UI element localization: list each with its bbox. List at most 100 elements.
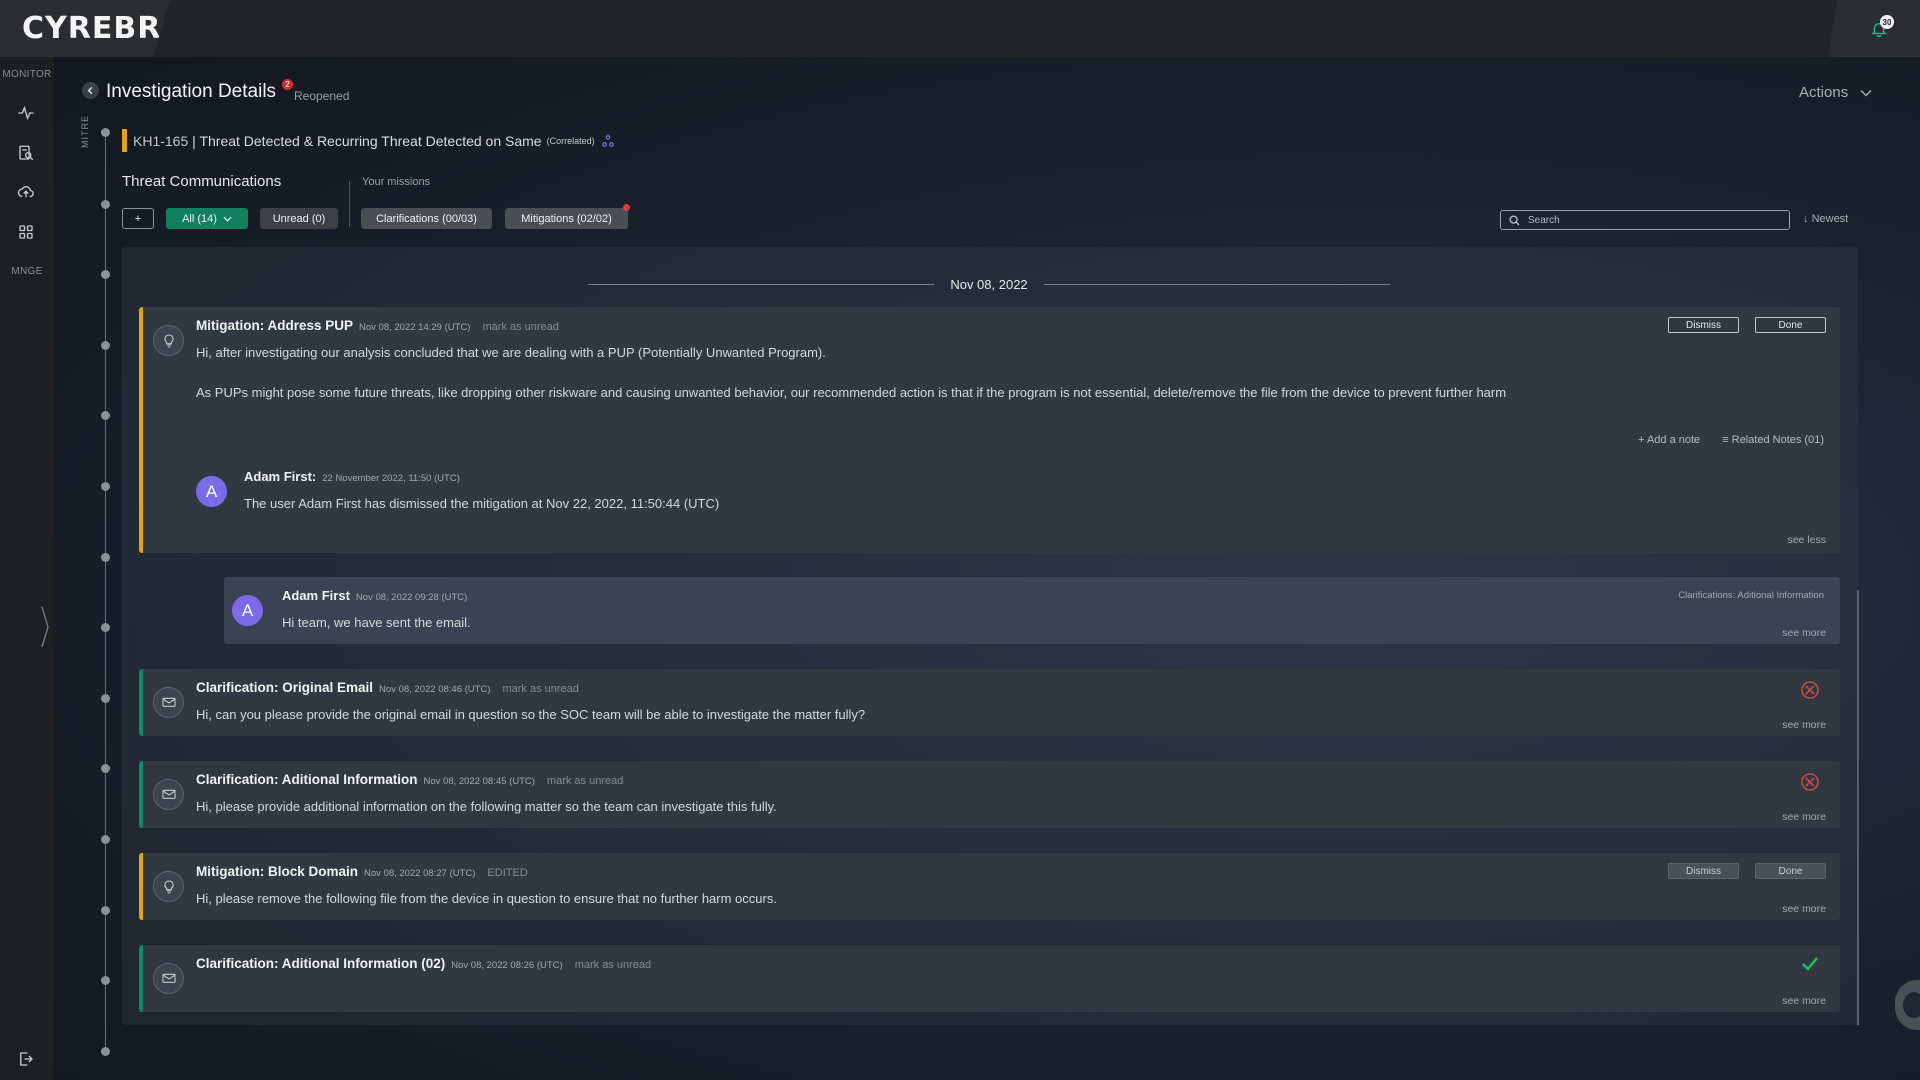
card-title: Clarification: Original Email Nov 08, 202… (196, 680, 579, 695)
related-notes-button[interactable]: ≡ Related Notes (01) (1722, 434, 1824, 446)
sort-newest-button[interactable]: ↓ Newest (1803, 213, 1848, 225)
card-timestamp: Nov 08, 2022 08:27 (UTC) (364, 868, 476, 879)
card-body: Hi, after investigating our analysis con… (196, 345, 826, 360)
lightbulb-icon (153, 871, 184, 902)
edited-label: EDITED (487, 867, 528, 879)
note-body: The user Adam First has dismissed the mi… (244, 496, 720, 511)
card-title-text: Mitigation: Block Domain (196, 864, 358, 879)
see-more-link[interactable]: see more (1782, 995, 1826, 1007)
card-title: Clarification: Aditional Information (02… (196, 956, 651, 971)
lightbulb-icon (153, 325, 184, 356)
timeline-node[interactable] (101, 341, 110, 350)
add-note-button[interactable]: + Add a note (1638, 434, 1700, 446)
clarification-card[interactable]: Clarification: Aditional Information Nov … (139, 761, 1840, 828)
card-title-text: Mitigation: Address PUP (196, 318, 354, 333)
message-board-icon (153, 779, 184, 810)
card-title-text: Clarification: Original Email (196, 680, 374, 695)
filter-all-button[interactable]: All (14) (166, 208, 248, 229)
card-body: Hi, can you please provide the original … (196, 707, 866, 722)
dismiss-button[interactable]: Dismiss (1668, 863, 1739, 879)
mark-as-unread-link[interactable]: mark as unread (502, 683, 578, 695)
incident-separator: | (188, 132, 200, 149)
clarifications-filter-button[interactable]: Clarifications (00/03) (361, 208, 492, 229)
done-button[interactable]: Done (1755, 317, 1826, 333)
timeline-node[interactable] (101, 270, 110, 279)
notification-badge: 30 (1880, 15, 1894, 29)
clarification-card[interactable]: Clarification: Original Email Nov 08, 202… (139, 669, 1840, 736)
list-icon: ≡ (1722, 434, 1732, 446)
filter-unread-button[interactable]: Unread (0) (260, 208, 338, 229)
mark-as-unread-link[interactable]: mark as unread (482, 321, 558, 333)
nav-section-manage: MNGE (11, 266, 43, 277)
card-title: Clarification: Aditional Information Nov … (196, 772, 623, 787)
date-label: Nov 08, 2022 (950, 276, 1028, 292)
sidebar-expand-handle[interactable] (40, 605, 50, 649)
correlation-icon (601, 134, 614, 147)
mitigation-card[interactable]: Mitigation: Block Domain Nov 08, 2022 08:… (139, 853, 1840, 920)
feed-scrollbar[interactable] (1857, 590, 1859, 1025)
reply-card[interactable]: A Adam First Nov 08, 2022 09:28 (UTC) Cla… (224, 577, 1840, 644)
chevron-down-icon (1860, 89, 1872, 97)
see-more-link[interactable]: see more (1782, 811, 1826, 823)
grid-icon[interactable] (15, 221, 37, 243)
actions-dropdown[interactable]: Actions (1799, 84, 1872, 101)
logo-area: CYREBRO (0, 0, 170, 57)
incident-header: KH1-165 | Threat Detected & Recurring Th… (122, 129, 615, 152)
investigation-status: Reopened (294, 89, 350, 103)
notification-area: 30 (1828, 0, 1920, 57)
note-timestamp: 22 November 2022, 11:50 (UTC) (322, 473, 460, 484)
see-more-link[interactable]: see more (1782, 627, 1826, 639)
date-separator: Nov 08, 2022 (588, 276, 1390, 292)
logout-icon[interactable] (17, 1050, 35, 1068)
correlated-tag: (Correlated) (546, 135, 595, 146)
message-board-icon (153, 963, 184, 994)
timeline-node[interactable] (101, 764, 110, 773)
card-title: Mitigation: Address PUP Nov 08, 2022 14:2… (196, 318, 559, 333)
card-timestamp: Nov 08, 2022 14:29 (UTC) (359, 322, 471, 333)
see-more-link[interactable]: see more (1782, 719, 1826, 731)
file-search-icon[interactable] (15, 142, 37, 164)
timeline-node[interactable] (101, 835, 110, 844)
chatbot-launcher[interactable] (1895, 980, 1920, 1030)
sort-label: Newest (1811, 213, 1849, 225)
see-less-link[interactable]: see less (1787, 534, 1826, 546)
timeline-node[interactable] (101, 411, 110, 420)
mitre-label: MITRE (80, 115, 90, 148)
timeline-node[interactable] (101, 976, 110, 985)
timeline-node[interactable] (101, 553, 110, 562)
done-button[interactable]: Done (1755, 863, 1826, 879)
timeline-node[interactable] (101, 1047, 110, 1056)
cloud-upload-icon[interactable] (15, 181, 37, 203)
back-button[interactable] (82, 82, 99, 99)
filter-all-label: All (14) (182, 212, 217, 225)
card-title-text: Clarification: Aditional Information (02… (196, 956, 446, 971)
note-author-name: Adam First: (244, 469, 317, 484)
search-icon (1509, 214, 1520, 226)
mark-as-unread-link[interactable]: mark as unread (547, 775, 623, 787)
reply-author: Adam First Nov 08, 2022 09:28 (UTC) (282, 588, 467, 603)
add-message-button[interactable]: + (122, 208, 154, 229)
brand-logo[interactable]: CYREBRO (22, 11, 170, 46)
timeline-node[interactable] (101, 906, 110, 915)
timeline-node[interactable] (101, 623, 110, 632)
dismiss-button[interactable]: Dismiss (1668, 317, 1739, 333)
search-input[interactable]: Search (1500, 210, 1790, 230)
timeline-node[interactable] (101, 694, 110, 703)
mark-as-unread-link[interactable]: mark as unread (575, 959, 651, 971)
threat-communications-title: Threat Communications (122, 173, 282, 190)
reply-context-tag: Clarifications: Aditional Information (1678, 590, 1824, 601)
timeline-node[interactable] (101, 482, 110, 491)
actions-label: Actions (1799, 84, 1849, 101)
timeline-node[interactable] (101, 128, 110, 137)
timeline-node[interactable] (101, 200, 110, 209)
mitigation-card[interactable]: Mitigation: Address PUP Nov 08, 2022 14:2… (139, 307, 1840, 553)
clarification-card[interactable]: Clarification: Aditional Information (02… (139, 945, 1840, 1012)
incident-title: KH1-165 | Threat Detected & Recurring Th… (133, 133, 542, 149)
title-badge: 2 (282, 79, 293, 90)
activity-icon[interactable] (15, 102, 37, 124)
card-timestamp: Nov 08, 2022 08:45 (UTC) (423, 776, 535, 787)
mitigations-filter-button[interactable]: Mitigations (02/02) (505, 204, 630, 229)
incident-id: KH1-165 (133, 132, 189, 149)
see-more-link[interactable]: see more (1782, 903, 1826, 915)
avatar: A (232, 595, 263, 626)
